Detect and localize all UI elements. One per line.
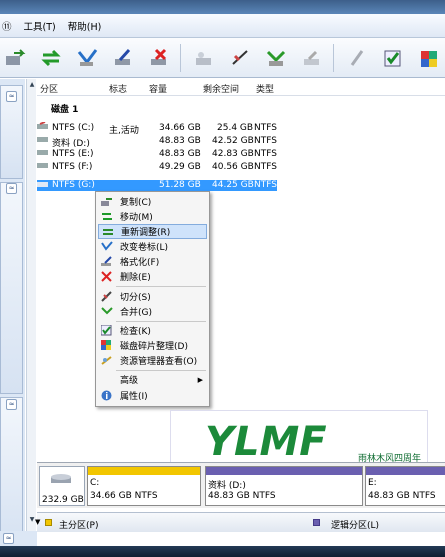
menu-item-change-label[interactable]: 改变卷标(L): [98, 239, 207, 254]
col-partition[interactable]: 分区: [40, 82, 58, 95]
list-header: 分区 标志 容量 剩余空间 类型: [37, 82, 445, 96]
collapse-icon[interactable]: ≈: [3, 533, 14, 544]
resize-icon: [101, 225, 114, 238]
partition-icon: [37, 121, 48, 129]
partition-icon: [37, 163, 48, 168]
menu-item-advanced[interactable]: 高级 ▶: [98, 372, 207, 387]
defrag-icon: [100, 339, 113, 352]
check-icon: [100, 324, 113, 337]
merge-icon[interactable]: [263, 45, 289, 71]
disk-icon[interactable]: [191, 45, 217, 71]
table-row[interactable]: NTFS (E:) 48.83 GB 42.83 GB NTFS: [37, 148, 445, 161]
legend-logical: 逻辑分区(L): [331, 521, 380, 531]
primary-swatch: [45, 519, 52, 526]
table-row-selected[interactable]: NTFS (G:) 51.28 GB 44.25 GB NTFS: [37, 180, 277, 191]
menu-item-delete[interactable]: 删除(E): [98, 269, 207, 284]
move-icon: [100, 210, 113, 223]
chevron-down-icon[interactable]: ▼: [35, 518, 40, 526]
copy-icon: [100, 195, 113, 208]
menu-bar: ⑪ 工具(T) 帮助(H): [0, 14, 445, 38]
logical-bar: [366, 467, 445, 475]
change-label-icon[interactable]: [74, 45, 100, 71]
move-partition-icon[interactable]: [38, 45, 64, 71]
vertical-scrollbar[interactable]: ▲ ▼: [26, 79, 36, 531]
partition-icon: [37, 182, 48, 187]
menu-item-partial[interactable]: ⑪: [2, 19, 12, 33]
split-icon: [100, 290, 113, 303]
col-type[interactable]: 类型: [256, 82, 274, 95]
primary-bar: [88, 467, 200, 475]
toolbar: [0, 38, 445, 78]
table-row[interactable]: 资料 (D:) 48.83 GB 42.52 GB NTFS: [37, 135, 445, 149]
menu-item-format[interactable]: 格式化(F): [98, 254, 207, 269]
menu-item-move[interactable]: 移动(M): [98, 209, 207, 224]
menu-item-split[interactable]: 切分(S): [98, 289, 207, 304]
partition-c[interactable]: C: 34.66 GB NTFS: [87, 466, 201, 506]
svg-text:YLMF: YLMF: [205, 419, 327, 465]
menu-item-defrag[interactable]: 磁盘碎片整理(D): [98, 338, 207, 353]
disk-label[interactable]: 磁盘 1: [51, 102, 78, 115]
logical-bar: [206, 467, 362, 475]
logical-swatch: [313, 519, 320, 526]
taskbar: [0, 546, 445, 557]
left-pane-section: [0, 397, 23, 543]
format-icon: [100, 255, 113, 268]
explorer-icon: [100, 354, 113, 367]
label-icon: [100, 240, 113, 253]
submenu-arrow-icon: ▶: [197, 375, 203, 384]
menu-item-resize[interactable]: 重新调整(R): [98, 224, 207, 239]
col-free[interactable]: 剩余空间: [203, 82, 239, 95]
ylmf-banner: YLMF 雨林木风四周年: [170, 410, 428, 468]
legend-primary: 主分区(P): [59, 521, 99, 531]
partition-d[interactable]: 资料 (D:) 48.83 GB NTFS: [205, 466, 363, 506]
window-titlebar: [0, 0, 445, 14]
table-row[interactable]: NTFS (C:) 主,活动 34.66 GB 25.4 GB NTFS: [37, 121, 445, 136]
menu-item-merge[interactable]: 合并(G): [98, 304, 207, 319]
menu-item-copy[interactable]: 复制(C): [98, 194, 207, 209]
partition-icon: [37, 137, 48, 142]
left-pane: ≈ ≈ ≈: [0, 79, 25, 546]
collapse-icon[interactable]: ≈: [6, 91, 17, 102]
menu-item-check[interactable]: 检查(K): [98, 323, 207, 338]
partition-e[interactable]: E: 48.83 GB NTFS: [365, 466, 445, 506]
context-menu: 复制(C) 移动(M) 重新调整(R) 改变卷标(L) 格式化(F) 删除(E)…: [95, 191, 210, 407]
defrag-icon[interactable]: [416, 45, 442, 71]
format-icon[interactable]: [110, 45, 136, 71]
disk-box[interactable]: 232.9 GB: [39, 466, 85, 506]
split-icon[interactable]: [227, 45, 253, 71]
disk-gray-icon[interactable]: [299, 45, 325, 71]
partition-icon: [37, 150, 48, 155]
hard-disk-icon: [51, 474, 71, 483]
delete-icon: [100, 270, 113, 283]
left-scrollbar[interactable]: ≈: [0, 531, 37, 546]
menu-item-properties[interactable]: 属性(I): [98, 388, 207, 403]
check-icon[interactable]: [380, 45, 406, 71]
collapse-icon[interactable]: ≈: [6, 183, 17, 194]
menu-separator: [116, 370, 206, 371]
legend-bar: ▼ 主分区(P) 逻辑分区(L): [35, 512, 445, 532]
menu-item-help[interactable]: 帮助(H): [68, 19, 102, 33]
left-pane-section: [0, 182, 23, 394]
delete-icon[interactable]: [146, 45, 172, 71]
table-row[interactable]: NTFS (F:) 49.29 GB 40.56 GB NTFS: [37, 161, 445, 174]
menu-separator: [116, 286, 206, 287]
toolbar-separator: [333, 43, 334, 72]
menu-item-tools[interactable]: 工具(T): [24, 19, 56, 33]
toolbar-separator: [180, 43, 181, 72]
merge-icon: [100, 305, 113, 318]
scroll-up-icon[interactable]: ▲: [28, 81, 36, 90]
copy-partition-icon[interactable]: [2, 45, 28, 71]
col-capacity[interactable]: 容量: [149, 82, 167, 95]
menu-item-explorer[interactable]: 资源管理器查看(O): [98, 353, 207, 368]
collapse-icon[interactable]: ≈: [6, 399, 17, 410]
disk-map: 232.9 GB C: 34.66 GB NTFS 资料 (D:) 48.83 …: [37, 462, 445, 508]
menu-separator: [116, 321, 206, 322]
col-flag[interactable]: 标志: [109, 82, 127, 95]
info-icon: [100, 389, 113, 402]
brush-icon[interactable]: [344, 45, 370, 71]
